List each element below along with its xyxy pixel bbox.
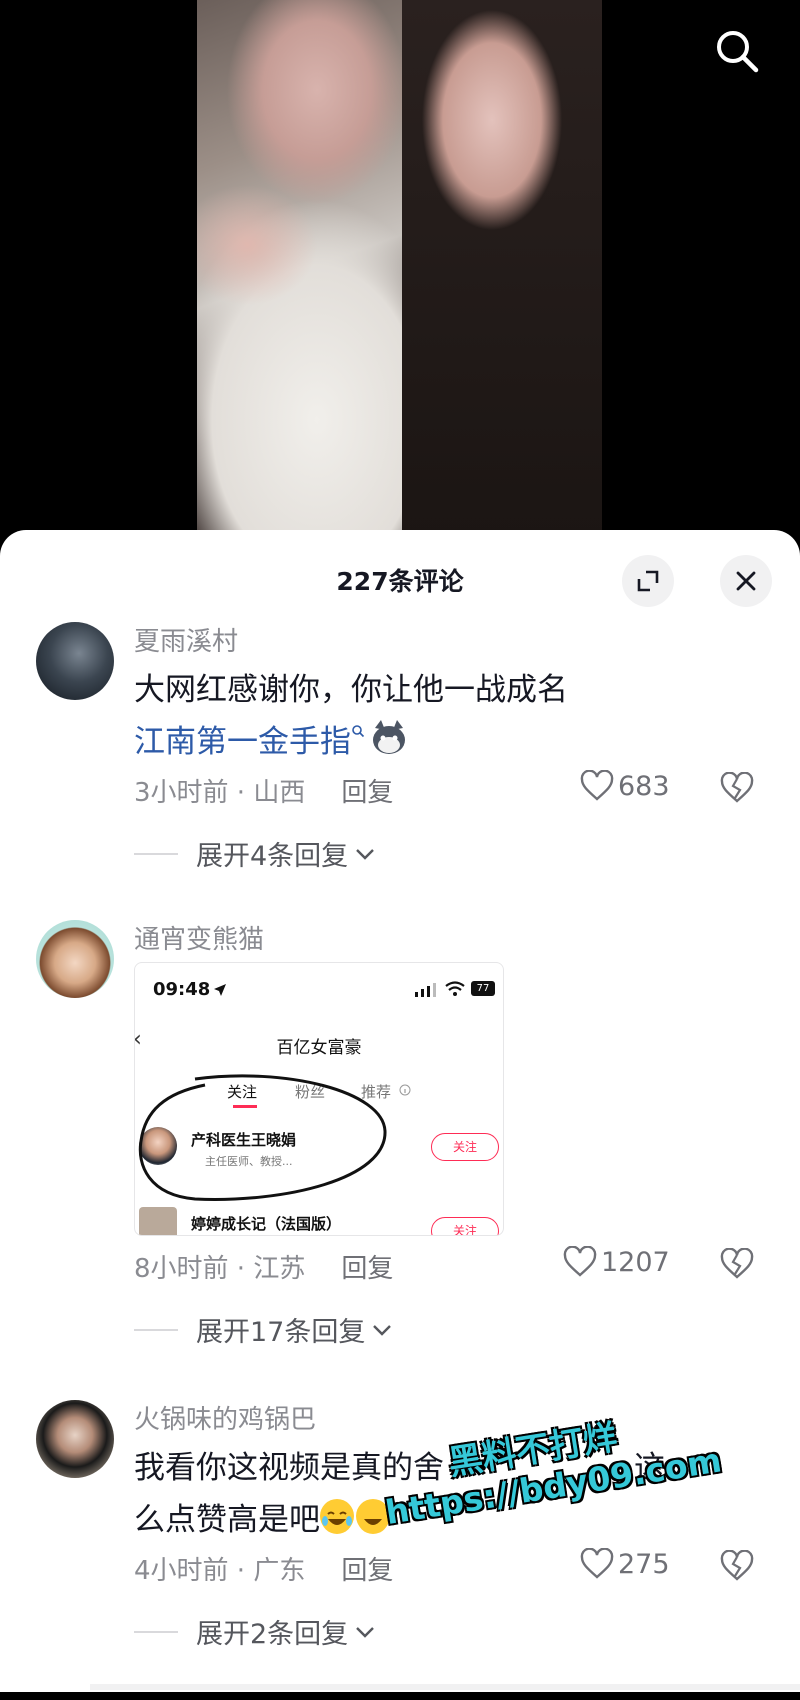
- heart-icon: [580, 770, 614, 801]
- expand-replies-button[interactable]: 展开2条回复: [134, 1612, 376, 1651]
- comment-time-location: 4小时前 · 广东: [134, 1556, 306, 1586]
- embed-page-title: 百亿女富豪: [276, 1038, 362, 1058]
- like-count: 683: [618, 770, 670, 802]
- embed-follow-button: 关注: [431, 1133, 499, 1161]
- heart-icon: [563, 1246, 597, 1277]
- search-icon[interactable]: [714, 28, 760, 74]
- comment-time-location: 8小时前 · 江苏: [134, 1254, 306, 1284]
- chevron-down-icon: [373, 1324, 392, 1336]
- avatar[interactable]: [36, 920, 114, 998]
- fullscreen-button[interactable]: [622, 555, 674, 607]
- reply-button[interactable]: 回复: [341, 1550, 393, 1587]
- comment-username[interactable]: 通宵变熊猫: [134, 920, 264, 960]
- reply-button[interactable]: 回复: [341, 1248, 393, 1285]
- avatar[interactable]: [36, 622, 114, 700]
- search-small-icon: [352, 725, 365, 738]
- dislike-icon[interactable]: [720, 1550, 754, 1582]
- like-button[interactable]: 683: [580, 770, 670, 802]
- chevron-down-icon: [356, 1626, 375, 1638]
- close-button[interactable]: [720, 555, 772, 607]
- wifi-icon: [445, 981, 465, 996]
- video-person-right: [402, 0, 602, 540]
- divider-dash: [134, 1328, 178, 1331]
- comment-username[interactable]: 火锅味的鸡锅巴: [134, 1400, 316, 1440]
- heart-icon: [580, 1548, 614, 1579]
- comment-count-title: 227条评论: [336, 567, 464, 596]
- reply-button[interactable]: 回复: [341, 772, 393, 809]
- comment-item: 通宵变熊猫 09:48 77 ‹ 百亿女富豪 关注 粉丝 推荐 产科医生王晓娟 …: [0, 920, 800, 1348]
- search-link[interactable]: 江南第一金手指: [134, 724, 351, 760]
- close-icon: [736, 571, 756, 591]
- divider-dash: [134, 852, 178, 855]
- battery-indicator: 77: [471, 981, 495, 996]
- comment-username[interactable]: 夏雨溪村: [134, 622, 238, 662]
- video-hand: [197, 175, 327, 315]
- laughing-emoji-icon: [320, 1499, 354, 1534]
- divider-dash: [134, 1630, 178, 1633]
- comment-body: 大网红感谢你，你让他一战成名: [134, 672, 568, 708]
- expand-replies-button[interactable]: 展开17条回复: [134, 1310, 393, 1349]
- video-player[interactable]: [0, 0, 800, 540]
- like-count: 1207: [601, 1246, 670, 1278]
- embed-follow-button: 关注: [431, 1217, 499, 1235]
- like-button[interactable]: 275: [580, 1548, 670, 1580]
- expand-icon: [637, 570, 659, 592]
- comment-image-screenshot[interactable]: 09:48 77 ‹ 百亿女富豪 关注 粉丝 推荐 产科医生王晓娟 主任医师、教…: [134, 962, 504, 1236]
- expand-replies-button[interactable]: 展开4条回复: [134, 834, 376, 873]
- like-button[interactable]: 1207: [563, 1246, 670, 1278]
- comment-text: 大网红感谢你，你让他一战成名 江南第一金手指: [134, 664, 754, 768]
- video-frame: [197, 0, 602, 540]
- hand-drawn-circle: [138, 1074, 387, 1201]
- avatar[interactable]: [36, 1400, 114, 1478]
- comment-time-location: 3小时前 · 山西: [134, 778, 306, 808]
- comment-meta: 3小时前 · 山西 回复: [134, 772, 393, 809]
- expand-replies-label: 展开2条回复: [196, 1619, 349, 1650]
- dislike-icon[interactable]: [720, 772, 754, 804]
- location-arrow-icon: [214, 984, 226, 996]
- cat-emoji-icon: [373, 720, 405, 754]
- expand-replies-label: 展开4条回复: [196, 841, 349, 872]
- comment-meta: 4小时前 · 广东 回复: [134, 1550, 393, 1587]
- info-icon: [399, 1084, 411, 1096]
- expand-replies-label: 展开17条回复: [196, 1317, 366, 1348]
- comment-body-line2: 么点赞高是吧: [134, 1502, 320, 1538]
- embed-status-time: 09:48: [153, 979, 211, 1000]
- embed-user-name: 婷婷成长记（法国版）: [191, 1215, 342, 1233]
- like-count: 275: [618, 1548, 670, 1580]
- signal-icon: [415, 983, 436, 997]
- embed-user-avatar: [139, 1207, 177, 1235]
- chevron-down-icon: [356, 848, 375, 860]
- dislike-icon[interactable]: [720, 1248, 754, 1280]
- bottom-divider: [90, 1684, 800, 1690]
- comment-meta: 8小时前 · 江苏 回复: [134, 1248, 393, 1285]
- comment-item: 夏雨溪村 大网红感谢你，你让他一战成名 江南第一金手指 3小时前 · 山西 回复…: [0, 622, 800, 922]
